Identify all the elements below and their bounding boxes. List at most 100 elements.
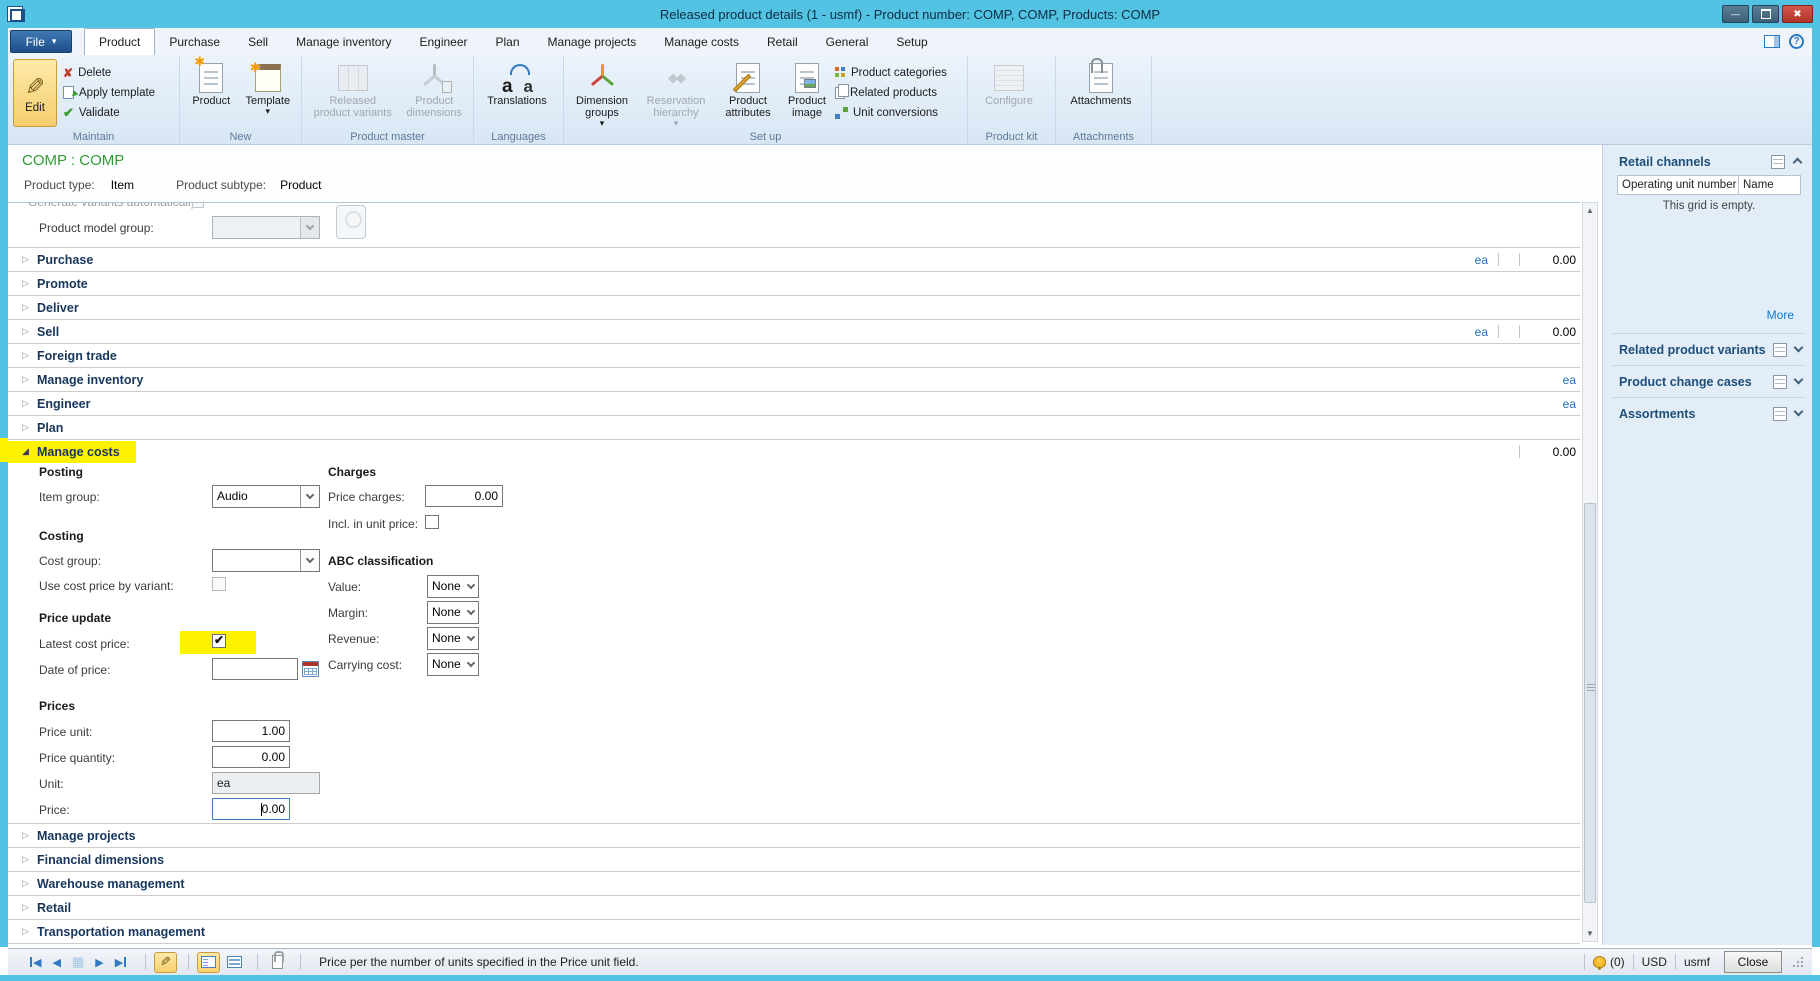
next-record-button[interactable]: ▶ xyxy=(95,956,103,969)
translations-button[interactable]: a Translations xyxy=(479,59,555,109)
form-scrollbar[interactable]: ▲ ▼ xyxy=(1582,202,1598,942)
scroll-down-icon[interactable]: ▼ xyxy=(1583,926,1597,941)
dropdown-chevron-icon[interactable] xyxy=(300,550,319,571)
tab-manage-inventory[interactable]: Manage inventory xyxy=(282,29,405,55)
tab-retail[interactable]: Retail xyxy=(753,29,812,55)
unit-conversions-button[interactable]: Unit conversions xyxy=(835,104,947,121)
maximize-button[interactable] xyxy=(1752,5,1779,23)
scroll-up-icon[interactable]: ▲ xyxy=(1583,203,1597,218)
product-categories-button[interactable]: Product categories xyxy=(835,64,947,81)
section-header-financial-dimensions[interactable]: Financial dimensions xyxy=(8,847,1580,871)
grid-icon[interactable] xyxy=(1773,407,1787,421)
attachments-button[interactable]: Attachments xyxy=(1061,59,1141,109)
related-products-button[interactable]: Related products xyxy=(835,84,947,101)
notifications-bell-icon[interactable] xyxy=(1593,956,1606,968)
grid-view-button[interactable] xyxy=(223,952,246,973)
apply-template-button[interactable]: Apply template xyxy=(63,84,155,101)
grid-icon[interactable] xyxy=(1771,155,1785,169)
related-product-variants-header[interactable]: Related product variants xyxy=(1619,343,1766,357)
chevron-down-icon[interactable] xyxy=(1794,407,1804,417)
section-header-engineer[interactable]: Engineer ea xyxy=(8,391,1580,415)
section-header-warehouse-management[interactable]: Warehouse management xyxy=(8,871,1580,895)
delete-button[interactable]: Delete xyxy=(63,64,155,81)
section-header-manage-inventory[interactable]: Manage inventory ea xyxy=(8,367,1580,391)
dropdown-chevron-icon[interactable] xyxy=(300,486,319,507)
minimize-button[interactable] xyxy=(1722,5,1749,23)
section-header-purchase[interactable]: Purchase ea0.00 xyxy=(8,247,1580,271)
tab-general[interactable]: General xyxy=(812,29,883,55)
abc-revenue-select[interactable]: None xyxy=(427,627,479,650)
edit-button[interactable]: Edit xyxy=(13,59,57,127)
retail-channels-header[interactable]: Retail channels xyxy=(1619,155,1711,169)
tab-purchase[interactable]: Purchase xyxy=(155,29,234,55)
section-header-plan[interactable]: Plan xyxy=(8,415,1580,439)
first-record-button[interactable]: ◀ xyxy=(30,956,41,969)
dropdown-chevron-icon[interactable] xyxy=(464,602,478,623)
chevron-up-icon[interactable] xyxy=(1793,158,1803,168)
cost-group-dropdown[interactable] xyxy=(212,549,320,572)
section-header-transportation-management[interactable]: Transportation management xyxy=(8,919,1580,943)
close-window-button[interactable] xyxy=(1782,5,1813,23)
section-header-promote[interactable]: Promote xyxy=(8,271,1580,295)
latest-cost-price-checkbox[interactable] xyxy=(212,634,226,648)
previous-record-button[interactable]: ◀ xyxy=(52,956,60,969)
details-view-button[interactable] xyxy=(197,952,220,973)
file-menu-button[interactable]: File xyxy=(10,30,72,53)
section-header-retail[interactable]: Retail xyxy=(8,895,1580,919)
section-header-sell[interactable]: Sell ea0.00 xyxy=(8,319,1580,343)
product-image-button[interactable]: Product image xyxy=(781,59,833,121)
price-unit-input[interactable]: 1.00 xyxy=(212,720,290,742)
date-of-price-input[interactable] xyxy=(212,658,298,680)
calendar-icon[interactable] xyxy=(302,661,319,677)
help-icon[interactable] xyxy=(1789,34,1804,49)
section-header-foreign-trade[interactable]: Foreign trade xyxy=(8,343,1580,367)
tab-plan[interactable]: Plan xyxy=(482,29,534,55)
product-change-cases-header[interactable]: Product change cases xyxy=(1619,375,1752,389)
dropdown-chevron-icon[interactable] xyxy=(464,654,478,675)
carrying-cost-select[interactable]: None xyxy=(427,653,479,676)
tab-sell[interactable]: Sell xyxy=(234,29,282,55)
price-input[interactable]: 0.00 xyxy=(212,798,290,820)
notification-count[interactable]: (0) xyxy=(1610,955,1625,969)
more-link[interactable]: More xyxy=(1767,308,1794,322)
abc-margin-select[interactable]: None xyxy=(427,601,479,624)
chevron-down-icon[interactable] xyxy=(1794,343,1804,353)
last-record-button[interactable]: ▶ xyxy=(115,956,126,969)
section-header-manage-costs[interactable]: Manage costs 0.00 xyxy=(8,439,1580,463)
template-button[interactable]: Template ▾ xyxy=(240,59,296,117)
column-header-name[interactable]: Name xyxy=(1739,175,1801,195)
grid-icon[interactable] xyxy=(1773,375,1787,389)
item-group-dropdown[interactable]: Audio xyxy=(212,485,320,508)
dimension-groups-button[interactable]: Dimension groups ▾ xyxy=(569,59,635,129)
edit-mode-button[interactable] xyxy=(154,952,177,973)
company-indicator[interactable]: usmf xyxy=(1684,955,1710,969)
incl-in-unit-price-checkbox[interactable] xyxy=(425,515,439,529)
grid-view-nav-icon[interactable]: ▦ xyxy=(72,954,84,970)
title-bar[interactable]: Released product details (1 - usmf) - Pr… xyxy=(0,0,1820,28)
document-handling-button[interactable] xyxy=(266,952,289,973)
currency-indicator[interactable]: USD xyxy=(1642,955,1667,969)
tab-setup[interactable]: Setup xyxy=(882,29,941,55)
section-header-manage-projects[interactable]: Manage projects xyxy=(8,823,1580,847)
layout-switch-icon[interactable] xyxy=(1764,35,1780,48)
tab-engineer[interactable]: Engineer xyxy=(405,29,481,55)
column-header-operating-unit-number[interactable]: Operating unit number xyxy=(1617,175,1739,195)
chevron-down-icon[interactable] xyxy=(1794,375,1804,385)
dropdown-chevron-icon[interactable] xyxy=(464,576,478,597)
scrollbar-thumb[interactable] xyxy=(1584,503,1596,903)
tab-product[interactable]: Product xyxy=(84,28,155,55)
dropdown-chevron-icon[interactable] xyxy=(464,628,478,649)
validate-button[interactable]: Validate xyxy=(63,104,155,121)
tab-manage-costs[interactable]: Manage costs xyxy=(650,29,753,55)
assortments-header[interactable]: Assortments xyxy=(1619,407,1695,421)
abc-value-select[interactable]: None xyxy=(427,575,479,598)
tab-manage-projects[interactable]: Manage projects xyxy=(534,29,651,55)
price-charges-input[interactable]: 0.00 xyxy=(425,485,503,507)
close-button[interactable]: Close xyxy=(1724,951,1782,973)
new-product-button[interactable]: Product xyxy=(185,59,238,109)
grid-icon[interactable] xyxy=(1773,343,1787,357)
product-attributes-button[interactable]: Product attributes xyxy=(717,59,779,121)
resize-grip[interactable] xyxy=(1792,956,1804,968)
price-quantity-input[interactable]: 0.00 xyxy=(212,746,290,768)
section-header-deliver[interactable]: Deliver xyxy=(8,295,1580,319)
